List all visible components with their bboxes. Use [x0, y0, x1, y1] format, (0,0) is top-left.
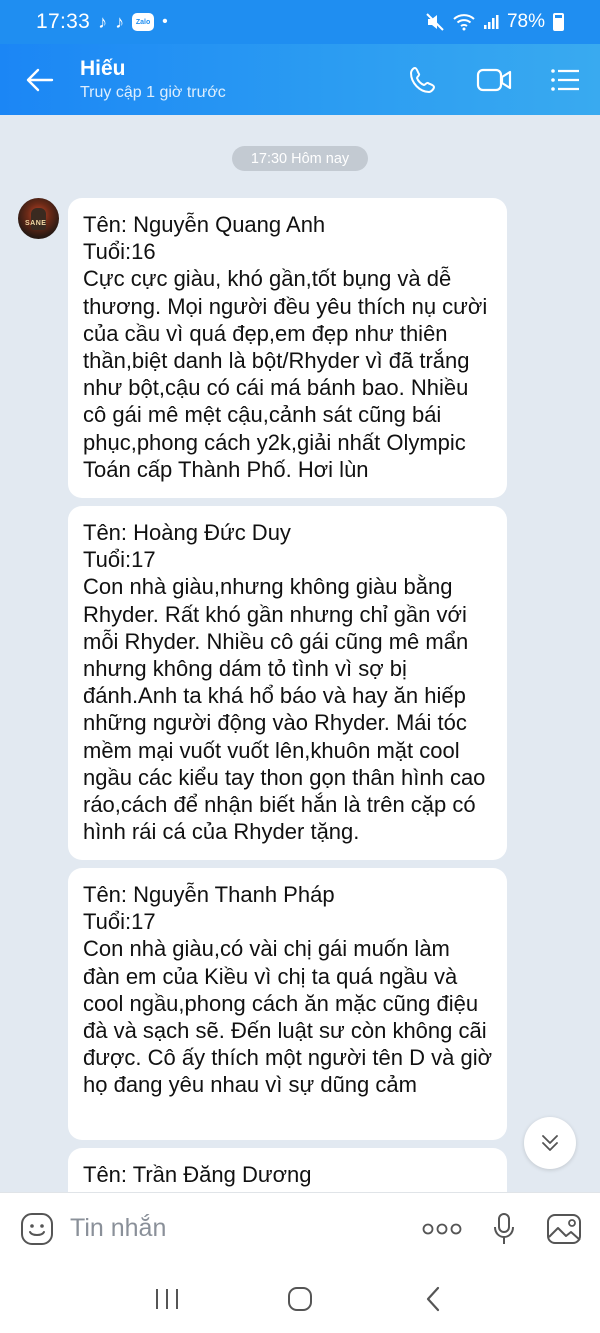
menu-button[interactable]	[550, 67, 580, 93]
recent-apps-button[interactable]	[137, 1287, 197, 1311]
mute-icon	[426, 13, 444, 31]
message-composer	[0, 1192, 600, 1264]
message-bubble[interactable]: Tên: Hoàng Đức Duy Tuổi:17 Con nhà giàu,…	[68, 506, 507, 860]
image-icon	[547, 1213, 581, 1244]
status-right: 78%	[425, 11, 564, 33]
tiktok-icon: ♪	[115, 11, 125, 32]
chat-header: Hiếu Truy cập 1 giờ trước	[0, 44, 600, 115]
signal-icon	[483, 15, 499, 29]
gallery-button[interactable]	[546, 1213, 582, 1245]
voice-call-button[interactable]	[408, 65, 438, 95]
composer-actions	[422, 1212, 600, 1246]
header-actions	[408, 65, 600, 95]
back-button[interactable]	[0, 44, 80, 115]
double-chevron-down-icon	[542, 1135, 558, 1151]
zalo-icon: Zalo	[132, 13, 155, 31]
message-bubble[interactable]: Tên: Nguyễn Quang Anh Tuổi:16 Cực cực gi…	[68, 198, 507, 498]
video-call-button[interactable]	[476, 67, 512, 93]
video-camera-icon	[476, 68, 512, 91]
contact-status: Truy cập 1 giờ trước	[80, 84, 226, 101]
message-text: Tên: Nguyễn Quang Anh Tuổi:16 Cực cực gi…	[83, 212, 488, 482]
battery-percent: 78%	[506, 11, 545, 32]
more-dots-icon	[422, 1223, 462, 1234]
message-text: Tên: Nguyễn Thanh Pháp Tuổi:17 Con nhà g…	[83, 882, 493, 1098]
avatar[interactable]: SANE	[18, 198, 59, 239]
wifi-icon	[453, 14, 475, 31]
contact-name: Hiếu	[80, 57, 126, 80]
message-bubble[interactable]: Tên: Nguyễn Thanh Pháp Tuổi:17 Con nhà g…	[68, 868, 507, 1140]
chevron-left-icon	[427, 1286, 440, 1311]
time-divider: 17:30 Hôm nay	[232, 146, 368, 171]
notification-dot: •	[162, 13, 168, 30]
sticker-icon	[21, 1212, 53, 1245]
system-back-button[interactable]	[403, 1286, 463, 1312]
home-button[interactable]	[270, 1286, 330, 1312]
more-options-button[interactable]	[422, 1223, 462, 1235]
chat-area[interactable]: 17:30 Hôm nay SANE Tên: Nguyễn Quang Anh…	[0, 115, 600, 1192]
status-bar: 17:33 ♪ ♪ Zalo • 78%	[0, 0, 600, 44]
microphone-icon	[494, 1212, 514, 1244]
title-block[interactable]: Hiếu Truy cập 1 giờ trước	[80, 57, 226, 102]
home-icon	[287, 1286, 312, 1311]
message-text: Tên: Hoàng Đức Duy Tuổi:17 Con nhà giàu,…	[83, 520, 486, 845]
system-nav-bar	[0, 1264, 600, 1333]
message-bubble[interactable]: Tên: Trần Đăng Dương	[68, 1148, 507, 1192]
recent-apps-icon	[155, 1288, 178, 1309]
status-left: 17:33 ♪ ♪ Zalo •	[36, 10, 168, 34]
message-input[interactable]	[70, 1214, 422, 1243]
phone-icon	[410, 66, 435, 93]
sticker-button[interactable]	[0, 1212, 70, 1246]
message-text: Tên: Trần Đăng Dương	[83, 1162, 312, 1187]
tiktok-icon: ♪	[98, 11, 108, 32]
voice-record-button[interactable]	[492, 1212, 516, 1246]
battery-icon	[553, 13, 564, 31]
avatar-text: SANE	[25, 220, 47, 227]
list-menu-icon	[551, 68, 579, 91]
back-arrow-icon	[26, 68, 54, 91]
status-time: 17:33	[36, 10, 91, 33]
scroll-to-bottom-button[interactable]	[524, 1117, 576, 1169]
